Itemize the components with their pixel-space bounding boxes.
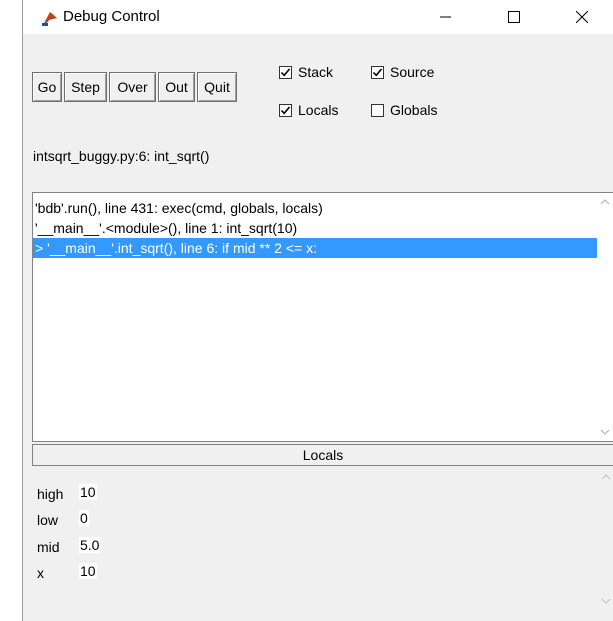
- local-var-value: 5.0: [79, 537, 101, 553]
- scroll-down-icon: [601, 598, 611, 604]
- checkmark-icon: [280, 105, 291, 114]
- local-var-value: 10: [79, 563, 97, 579]
- scroll-up-icon: [600, 199, 610, 205]
- minimize-button[interactable]: [423, 0, 469, 34]
- maximize-icon: [508, 11, 520, 23]
- locals-checkbox[interactable]: Locals: [279, 102, 338, 118]
- source-checkbox-box[interactable]: [371, 65, 384, 79]
- stack-checkbox-box[interactable]: [279, 65, 292, 79]
- close-icon: [576, 11, 588, 23]
- stack-frame-row-selected[interactable]: > '__main__'.int_sqrt(), line 6: if mid …: [33, 238, 599, 258]
- scroll-up-icon: [601, 474, 611, 480]
- stack-frame-row[interactable]: 'bdb'.run(), line 431: exec(cmd, globals…: [33, 198, 599, 218]
- quit-button[interactable]: Quit: [197, 72, 237, 102]
- python-feather-icon: [41, 9, 59, 27]
- globals-checkbox[interactable]: Globals: [371, 102, 437, 118]
- local-var-name: high: [37, 486, 64, 502]
- globals-checkbox-label: Globals: [390, 102, 438, 118]
- current-location-label: intsqrt_buggy.py:6: int_sqrt(): [33, 148, 210, 164]
- local-var-name: x: [37, 565, 44, 581]
- locals-checkbox-box[interactable]: [279, 103, 292, 117]
- local-var-value: 10: [79, 484, 97, 500]
- maximize-button[interactable]: [491, 0, 537, 34]
- checkmark-icon: [372, 67, 383, 76]
- stack-checkbox[interactable]: Stack: [279, 64, 333, 80]
- go-button[interactable]: Go: [32, 72, 62, 102]
- stack-checkbox-label: Stack: [298, 64, 334, 80]
- scroll-down-icon: [600, 429, 610, 435]
- locals-checkbox-label: Locals: [298, 102, 339, 118]
- local-var-value: 0: [79, 510, 89, 526]
- title-bar[interactable]: Debug Control: [23, 0, 613, 34]
- debug-control-window: Debug Control Go Step Over Out Quit Stac…: [22, 0, 613, 621]
- checkmark-icon: [280, 67, 291, 76]
- minimize-icon: [440, 16, 451, 18]
- locals-scrollbar[interactable]: [598, 466, 613, 621]
- local-var-name: mid: [37, 539, 60, 555]
- step-button[interactable]: Step: [64, 72, 107, 102]
- close-button[interactable]: [559, 0, 605, 34]
- window-title: Debug Control: [63, 8, 160, 25]
- source-checkbox[interactable]: Source: [371, 64, 434, 80]
- stack-frame-row[interactable]: '__main__'.<module>(), line 1: int_sqrt(…: [33, 218, 599, 238]
- stack-listbox[interactable]: 'bdb'.run(), line 431: exec(cmd, globals…: [32, 192, 613, 442]
- local-var-name: low: [37, 512, 59, 528]
- over-button[interactable]: Over: [109, 72, 156, 102]
- stack-scrollbar[interactable]: [597, 193, 613, 441]
- locals-panel: high 10 low 0 mid 5.0 x 10: [32, 446, 613, 621]
- out-button[interactable]: Out: [158, 72, 195, 102]
- source-checkbox-label: Source: [390, 64, 435, 80]
- globals-checkbox-box[interactable]: [371, 103, 384, 117]
